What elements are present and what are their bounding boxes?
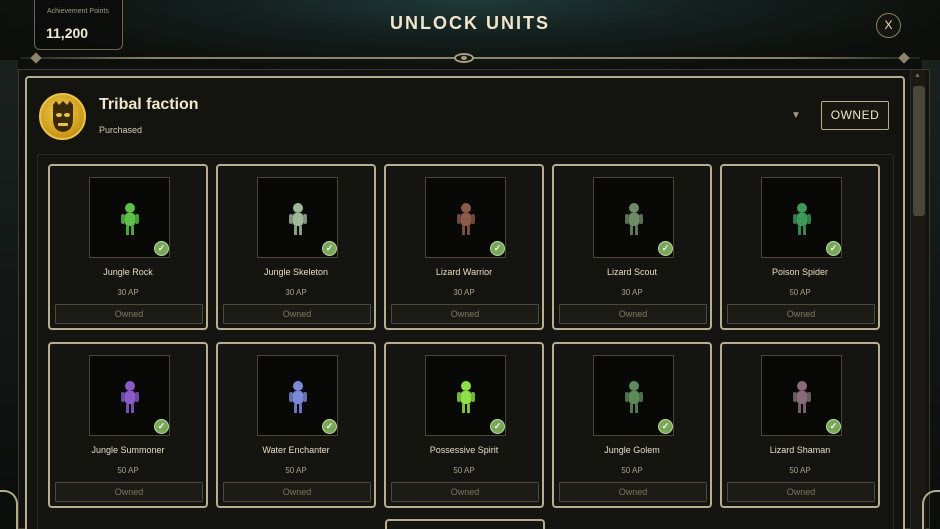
owned-check-icon: ✓: [490, 241, 505, 256]
unit-card[interactable]: ✓ Possessive Spirit 50 AP Owned: [384, 342, 544, 508]
owned-check-icon: ✓: [826, 419, 841, 434]
unit-portrait: ✓: [425, 355, 506, 436]
unit-portrait: ✓: [761, 177, 842, 258]
jungle-skeleton-icon: [289, 203, 307, 235]
unit-name: Lizard Scout: [606, 267, 658, 277]
unit-owned-button[interactable]: Owned: [55, 304, 203, 324]
unit-portrait: ✓: [89, 177, 170, 258]
unit-owned-button[interactable]: Owned: [559, 304, 707, 324]
page-title: UNLOCK UNITS: [390, 13, 550, 33]
owned-check-icon: ✓: [490, 419, 505, 434]
unit-cost: 50 AP: [285, 466, 307, 475]
unit-owned-button[interactable]: Owned: [391, 304, 539, 324]
unit-card[interactable]: ✓ Jungle Golem 50 AP Owned: [552, 342, 712, 508]
unit-name: Jungle Summoner: [91, 445, 165, 455]
unit-owned-button[interactable]: Owned: [727, 304, 875, 324]
lizard-warrior-icon: [457, 203, 475, 235]
unit-owned-button[interactable]: Owned: [223, 304, 371, 324]
unit-portrait: ✓: [425, 177, 506, 258]
unit-cost: 50 AP: [789, 288, 811, 297]
unit-card[interactable]: ✓ Poison Spider 50 AP Owned: [720, 164, 880, 330]
unit-name: Poison Spider: [771, 267, 829, 277]
unit-cost: 50 AP: [117, 466, 139, 475]
unit-owned-button[interactable]: Owned: [727, 482, 875, 502]
owned-check-icon: ✓: [658, 241, 673, 256]
unit-name: Jungle Rock: [103, 267, 153, 277]
unit-card[interactable]: ✓ Water Enchanter 50 AP Owned: [216, 342, 376, 508]
unit-name: Water Enchanter: [262, 445, 330, 455]
divider-gem-icon: [454, 53, 474, 63]
unit-cost: 50 AP: [621, 466, 643, 475]
unit-cost: 50 AP: [453, 466, 475, 475]
unit-cost: 30 AP: [117, 288, 139, 297]
jungle-golem-icon: [625, 381, 643, 413]
jungle-rock-icon: [121, 203, 139, 235]
unit-owned-button[interactable]: Owned: [223, 482, 371, 502]
scroll-up-icon[interactable]: ▲: [914, 72, 921, 79]
unit-cost: 50 AP: [789, 466, 811, 475]
chevron-down-icon[interactable]: ▼: [791, 110, 801, 121]
owned-check-icon: ✓: [658, 419, 673, 434]
water-enchanter-icon: [289, 381, 307, 413]
unit-portrait: ✓: [593, 355, 674, 436]
unit-owned-button[interactable]: Owned: [391, 482, 539, 502]
unit-name: Possessive Spirit: [429, 445, 499, 455]
owned-check-icon: ✓: [322, 241, 337, 256]
scroll-thumb[interactable]: [913, 86, 925, 216]
corner-ornament-left: [0, 490, 18, 529]
unit-portrait: ✓: [761, 355, 842, 436]
scrollbar[interactable]: ▲: [910, 70, 926, 529]
faction-status: Purchased: [99, 125, 143, 135]
faction-owned-button[interactable]: OWNED: [821, 101, 889, 130]
tribal-mask-icon: [39, 93, 86, 140]
unit-card[interactable]: ✓ Lizard Shaman 50 AP Owned: [720, 342, 880, 508]
lizard-scout-icon: [625, 203, 643, 235]
unit-card[interactable]: ✓ Jungle Rock 30 AP Owned: [48, 164, 208, 330]
unit-card[interactable]: ✓ Jungle Skeleton 30 AP Owned: [216, 164, 376, 330]
unit-name: Jungle Skeleton: [263, 267, 329, 277]
poison-spider-icon: [793, 203, 811, 235]
unit-portrait: ✓: [257, 177, 338, 258]
unit-portrait: ✓: [593, 177, 674, 258]
unit-card-partial[interactable]: [385, 519, 545, 529]
left-border-decoration: [0, 60, 18, 529]
jungle-summoner-icon: [121, 381, 139, 413]
unit-card[interactable]: ✓ Lizard Scout 30 AP Owned: [552, 164, 712, 330]
owned-check-icon: ✓: [154, 241, 169, 256]
unit-cost: 30 AP: [621, 288, 643, 297]
unit-owned-button[interactable]: Owned: [55, 482, 203, 502]
close-button[interactable]: X: [876, 13, 901, 38]
unit-owned-button[interactable]: Owned: [559, 482, 707, 502]
unit-card[interactable]: ✓ Jungle Summoner 50 AP Owned: [48, 342, 208, 508]
unit-cost: 30 AP: [285, 288, 307, 297]
lizard-shaman-icon: [793, 381, 811, 413]
unit-portrait: ✓: [89, 355, 170, 436]
unit-portrait: ✓: [257, 355, 338, 436]
unit-cost: 30 AP: [453, 288, 475, 297]
corner-ornament-right: [922, 490, 940, 529]
owned-check-icon: ✓: [154, 419, 169, 434]
owned-check-icon: ✓: [826, 241, 841, 256]
unit-name: Jungle Golem: [604, 445, 660, 455]
unit-name: Lizard Shaman: [769, 445, 831, 455]
faction-name: Tribal faction: [99, 96, 199, 113]
unit-name: Lizard Warrior: [435, 267, 493, 277]
owned-check-icon: ✓: [322, 419, 337, 434]
possessive-spirit-icon: [457, 381, 475, 413]
unit-card[interactable]: ✓ Lizard Warrior 30 AP Owned: [384, 164, 544, 330]
